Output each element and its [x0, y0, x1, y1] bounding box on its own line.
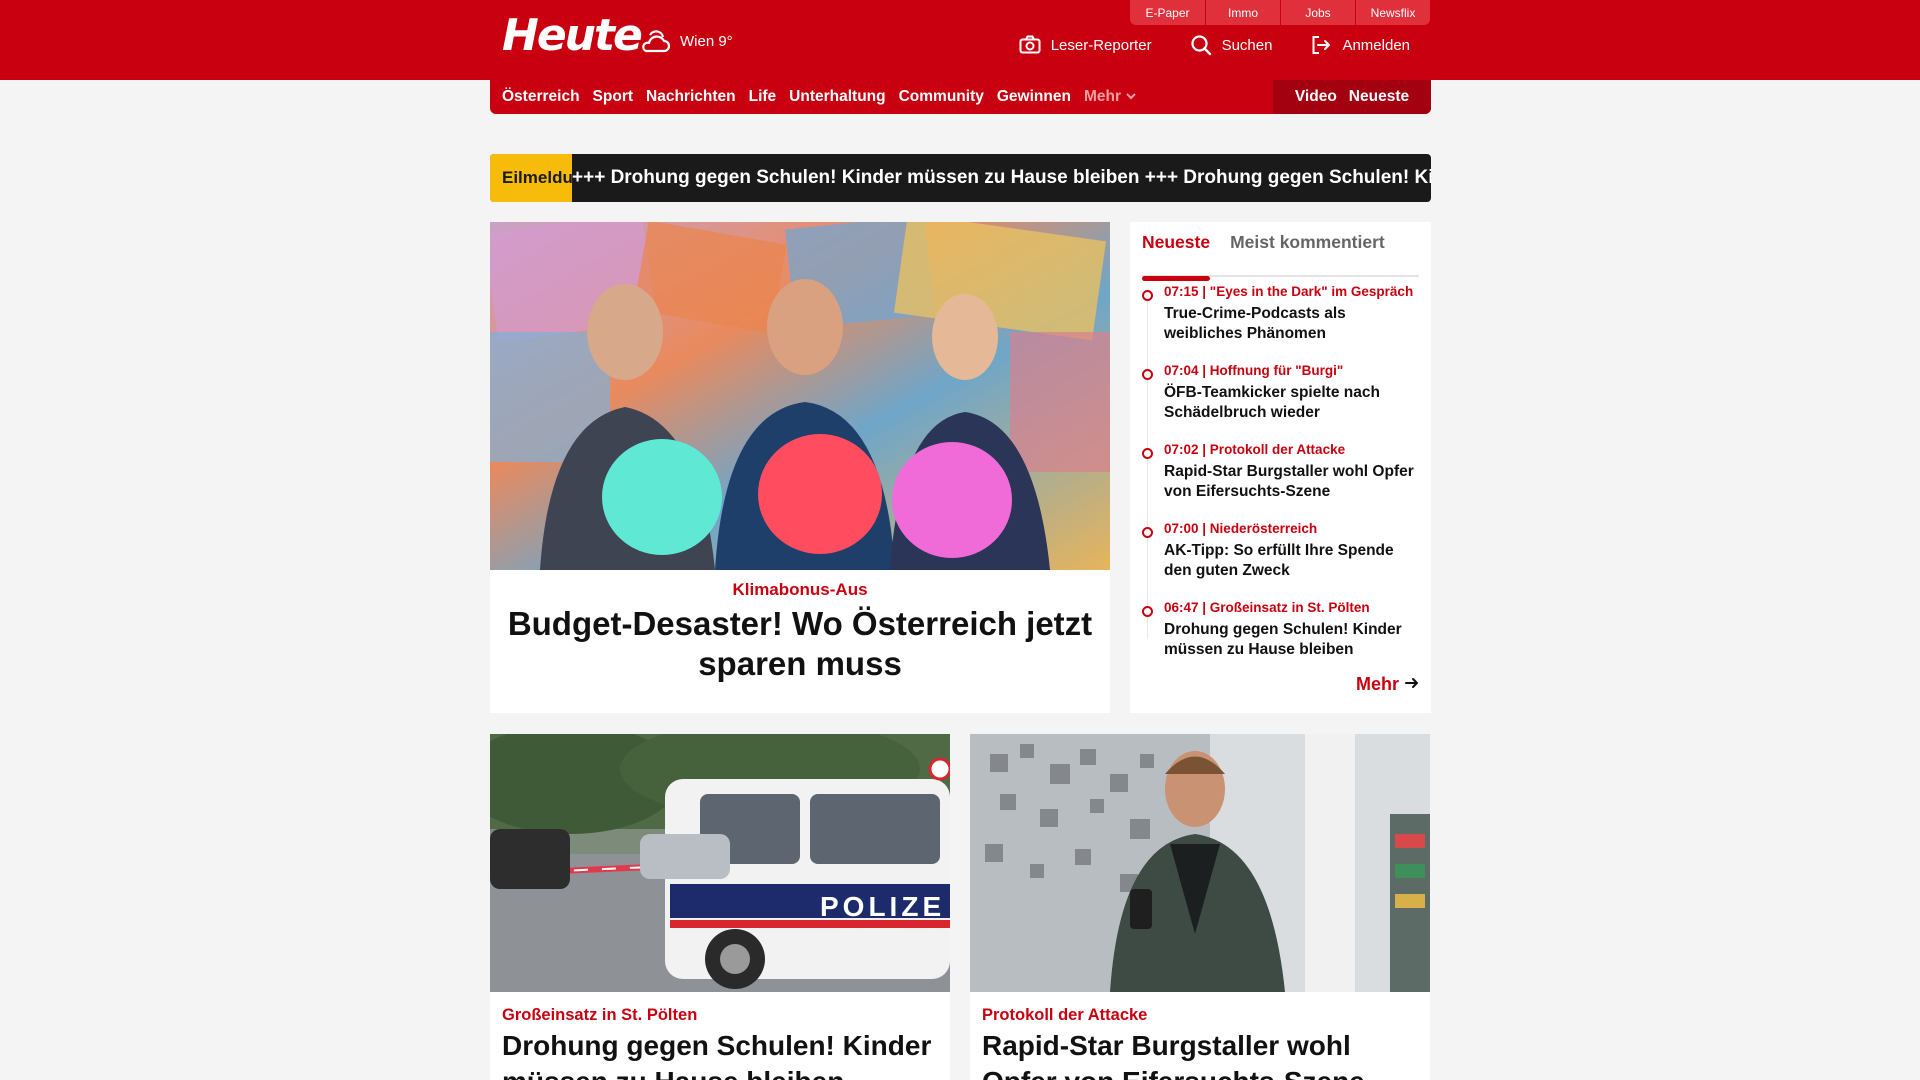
nav-item-oesterreich[interactable]: Österreich [502, 88, 580, 106]
article-card-burgstaller[interactable]: Protokoll der Attacke Rapid-Star Burgsta… [970, 734, 1430, 1080]
cloud-sun-icon [640, 27, 672, 55]
list-item-headline[interactable]: Rapid-Star Burgstaller wohl Opfer von Ei… [1164, 462, 1422, 502]
latest-news-list: 07:15 | "Eyes in the Dark" im Gespräch T… [1142, 282, 1422, 677]
service-tab-jobs[interactable]: Jobs [1280, 0, 1355, 25]
list-item-headline[interactable]: True-Crime-Podcasts als weibliches Phäno… [1164, 304, 1422, 344]
article-image-polizei[interactable]: POLIZE [490, 734, 950, 992]
timeline-dot-icon [1142, 527, 1153, 538]
weather-label: Wien 9° [680, 32, 733, 50]
card-kicker: Protokoll der Attacke [982, 1006, 1148, 1024]
timeline-dot-icon [1142, 290, 1153, 301]
nav-item-sport[interactable]: Sport [593, 88, 633, 106]
main-nav: Österreich Sport Nachrichten Life Unterh… [490, 80, 1431, 114]
leser-reporter-button[interactable]: Leser-Reporter [1019, 34, 1152, 56]
weather-widget[interactable]: Wien 9° [640, 27, 733, 55]
article-card-schulen[interactable]: POLIZE Großeinsatz in St. Pölten Drohung… [490, 734, 950, 1080]
list-item-meta: 07:15 | "Eyes in the Dark" im Gespräch [1164, 284, 1414, 299]
service-tabs: E-Paper Immo Jobs Newsflix [1130, 0, 1430, 25]
camera-icon [1019, 35, 1041, 55]
breaking-label: Eilmeldung [490, 154, 594, 202]
nav-more-dropdown[interactable]: Mehr [1084, 88, 1137, 106]
login-button[interactable]: Anmelden [1310, 34, 1410, 56]
list-item-headline[interactable]: AK-Tipp: So erfüllt Ihre Spende den gute… [1164, 541, 1422, 581]
list-item-headline[interactable]: Drohung gegen Schulen! Kinder müssen zu … [1164, 620, 1422, 660]
header-actions: Leser-Reporter Suchen Anmelden [1019, 34, 1410, 56]
list-item-headline[interactable]: ÖFB-Teamkicker spielte nach Schädelbruch… [1164, 383, 1422, 423]
card-headline[interactable]: Drohung gegen Schulen! Kinder müssen zu … [502, 1028, 932, 1080]
service-tab-newsflix[interactable]: Newsflix [1355, 0, 1430, 25]
nav-more-label: Mehr [1083, 88, 1121, 105]
sidebar-more-link[interactable]: Mehr [1356, 674, 1419, 695]
polizei-lettering: POLIZE [820, 891, 945, 922]
list-item-meta: 07:00 | Niederösterreich [1164, 521, 1318, 536]
list-item-meta: 07:02 | Protokoll der Attacke [1164, 442, 1346, 457]
list-item[interactable]: 07:15 | "Eyes in the Dark" im Gespräch T… [1142, 282, 1422, 361]
card-headline[interactable]: Rapid-Star Burgstaller wohl Opfer von Ei… [982, 1028, 1412, 1080]
search-icon [1190, 34, 1212, 56]
sidebar-more-label: Mehr [1355, 674, 1399, 694]
nav-item-nachrichten[interactable]: Nachrichten [646, 88, 736, 106]
login-label: Anmelden [1342, 36, 1410, 54]
card-kicker: Großeinsatz in St. Pölten [502, 1006, 698, 1024]
search-button[interactable]: Suchen [1190, 34, 1273, 56]
list-item[interactable]: 07:02 | Protokoll der Attacke Rapid-Star… [1142, 440, 1422, 519]
tab-meist-kommentiert[interactable]: Meist kommentiert [1230, 232, 1385, 277]
tab-neueste[interactable]: Neueste [1142, 232, 1211, 281]
nav-right-group: Video Neueste [1273, 80, 1431, 114]
timeline-dot-icon [1142, 448, 1153, 459]
hero-headline[interactable]: Budget-Desaster! Wo Österreich jetzt spa… [500, 604, 1100, 684]
sidebar-tabs: Neueste Meist kommentiert [1142, 232, 1419, 281]
site-logo[interactable]: Heute [502, 14, 643, 58]
search-label: Suchen [1221, 36, 1273, 54]
list-item[interactable]: 07:04 | Hoffnung für "Burgi" ÖFB-Teamkic… [1142, 361, 1422, 440]
list-item-meta: 06:47 | Großeinsatz in St. Pölten [1164, 600, 1370, 615]
nav-item-gewinnen[interactable]: Gewinnen [997, 88, 1071, 106]
chevron-down-icon [1125, 88, 1137, 106]
hero-article[interactable]: Klimabonus-Aus Budget-Desaster! Wo Öster… [490, 222, 1110, 713]
nav-item-neueste[interactable]: Neueste [1349, 88, 1409, 106]
service-tab-epaper[interactable]: E-Paper [1130, 0, 1205, 25]
login-icon [1310, 34, 1332, 56]
hero-kicker: Klimabonus-Aus [732, 580, 868, 599]
list-item[interactable]: 06:47 | Großeinsatz in St. Pölten Drohun… [1142, 598, 1422, 677]
nav-item-life[interactable]: Life [749, 88, 777, 106]
nav-item-community[interactable]: Community [899, 88, 984, 106]
article-image-burgstaller[interactable] [970, 734, 1430, 992]
list-item-meta: 07:04 | Hoffnung für "Burgi" [1164, 363, 1344, 378]
site-header [0, 0, 1920, 80]
latest-news-sidebar: Neueste Meist kommentiert 07:15 | "Eyes … [1130, 222, 1431, 713]
leser-reporter-label: Leser-Reporter [1050, 36, 1152, 54]
timeline-dot-icon [1142, 606, 1153, 617]
breaking-ticker[interactable]: +++ Drohung gegen Schulen! Kinder müssen… [572, 167, 1431, 189]
breaking-ticker-text: +++ Drohung gegen Schulen! Kinder müssen… [572, 167, 1431, 188]
breaking-news-bar[interactable]: Eilmeldung +++ Drohung gegen Schulen! Ki… [490, 154, 1431, 202]
nav-item-video[interactable]: Video [1295, 88, 1337, 106]
timeline-dot-icon [1142, 369, 1153, 380]
nav-item-unterhaltung[interactable]: Unterhaltung [789, 88, 885, 106]
service-tab-immo[interactable]: Immo [1205, 0, 1280, 25]
hero-image[interactable] [490, 222, 1110, 570]
list-item[interactable]: 07:00 | Niederösterreich AK-Tipp: So erf… [1142, 519, 1422, 598]
arrow-right-icon [1405, 674, 1419, 695]
